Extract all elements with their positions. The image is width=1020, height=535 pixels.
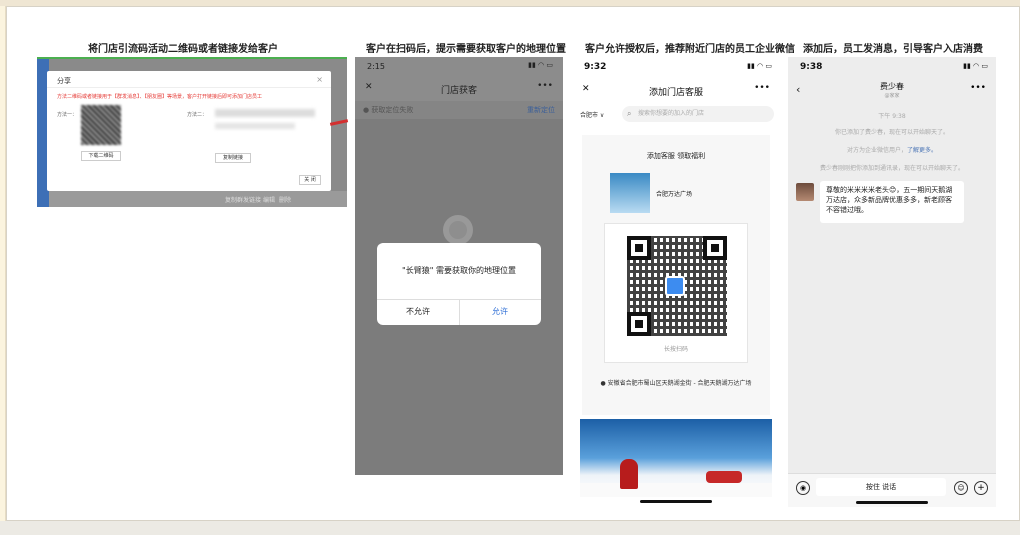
signal-icon: ▮▮ ◠ ▭	[747, 62, 772, 70]
avatar[interactable]	[796, 183, 814, 201]
bg-link-edit[interactable]: 编辑	[263, 195, 275, 204]
signal-icon: ▮▮ ◠ ▭	[528, 61, 553, 69]
qr-finder-icon	[703, 236, 727, 260]
chat-screenshot: 9:38 ▮▮ ◠ ▭ ‹ 费少春 @家家 ••• 下午 9:38 你已添加了费…	[788, 57, 996, 507]
home-indicator	[856, 501, 928, 504]
method2-label: 方法二：	[187, 112, 208, 118]
qr-code-frame: 长按扫码	[604, 223, 748, 363]
caption-step1: 将门店引流码活动二维码或者链接发给客户	[88, 44, 278, 55]
caption-step3: 客户允许授权后，推荐附近门店的员工企业微信	[585, 44, 795, 55]
store-card: 添加客服 领取福利 合肥万达广场 长按扫码	[582, 135, 770, 415]
status-time: 9:32	[584, 62, 607, 72]
alert-message: "长臂猿" 需要获取你的地理位置	[402, 266, 516, 275]
page-title: 添加门店客服	[648, 88, 703, 98]
city-selector[interactable]: 合肥市 ∨	[580, 110, 604, 119]
caption-step2: 客户在扫码后，提示需要获取客户的地理位置	[366, 44, 566, 55]
deny-button[interactable]: 不允许	[377, 306, 459, 317]
status-bar: 9:32 ▮▮ ◠ ▭	[572, 57, 780, 79]
signal-icon: ▮▮ ◠ ▭	[963, 62, 988, 70]
loading-spinner-icon	[443, 215, 473, 245]
relocate-link[interactable]: 重新定位	[527, 105, 555, 115]
skier-figure	[620, 459, 638, 489]
voice-icon[interactable]: ◉	[796, 481, 810, 495]
status-bar: 2:15 ▮▮ ◠ ▭	[355, 57, 563, 77]
store-address: ● 安徽省合肥市蜀山区天鹅湖金街 - 合肥天鹅湖万达广场	[600, 380, 752, 387]
blurred-url-line2	[215, 123, 295, 129]
background-edge-bottom	[0, 521, 1020, 535]
card-heading: 添加客服 领取福利	[646, 152, 706, 160]
close-icon[interactable]: ×	[316, 75, 323, 84]
location-bar: ● 获取定位失败 重新定位	[355, 101, 563, 119]
share-dialog: 分享 × 方法二维码或者链接用于【群发消息】、【朋友圈】等场景，客户打开链接后即…	[47, 71, 331, 191]
nav-bar: ✕ 门店获客 •••	[355, 77, 563, 101]
status-time: 2:15	[367, 62, 385, 71]
car-figure	[706, 471, 742, 483]
more-icon[interactable]: •••	[537, 81, 553, 91]
contact-name: 费少春	[880, 82, 904, 91]
method1-label: 方法一：	[57, 112, 78, 118]
promo-banner[interactable]	[580, 419, 772, 497]
chat-bubble: 尊敬的米米米米老头😊，五一期间天鹅湖万达店，众多新品牌优惠多多，新老顾客不容错过…	[820, 181, 964, 223]
qr-finder-icon	[627, 312, 651, 336]
more-icon[interactable]: •••	[754, 83, 770, 93]
system-message: 费少春刚刚把你添加到通讯录，现在可以开始聊天了。	[819, 165, 964, 172]
more-icon[interactable]: •••	[970, 83, 986, 93]
qr-finder-icon	[627, 236, 651, 260]
chat-timestamp: 下午 9:38	[878, 113, 906, 120]
admin-table-row: 复制群发链接 编辑 删除	[49, 191, 347, 207]
allow-button[interactable]: 允许	[459, 306, 541, 317]
page-title: 门店获客	[440, 86, 477, 96]
search-input[interactable]: 搜索你想要的加入的门店	[622, 106, 774, 122]
download-qr-button[interactable]: 下载二维码	[81, 151, 121, 161]
emoji-icon[interactable]: ☺	[954, 481, 968, 495]
close-button[interactable]: 关 闭	[299, 175, 321, 185]
hold-to-talk-button[interactable]: 按住 说话	[816, 478, 946, 496]
status-bar: 9:38 ▮▮ ◠ ▭	[788, 57, 996, 79]
share-dialog-screenshot: 复制群发链接 编辑 删除 分享 × 方法二维码或者链接用于【群发消息】、【朋友圈…	[37, 57, 347, 207]
bg-link-delete[interactable]: 删除	[279, 195, 291, 204]
nav-bar: ‹ 费少春 @家家 •••	[788, 79, 996, 103]
dialog-title: 分享	[57, 77, 71, 85]
home-indicator	[640, 500, 712, 503]
search-row: 合肥市 ∨ 搜索你想要的加入的门店 ⌕	[572, 103, 780, 125]
status-time: 9:38	[800, 62, 823, 72]
store-image	[610, 173, 650, 213]
system-message: 对方为企业微信用户，了解更多。	[788, 145, 996, 154]
nav-bar: ✕ 添加门店客服 •••	[572, 79, 780, 103]
add-store-service-screenshot: 9:32 ▮▮ ◠ ▭ ✕ 添加门店客服 ••• 合肥市 ∨ 搜索你想要的加入的…	[572, 57, 780, 507]
learn-more-link[interactable]: 了解更多。	[907, 147, 937, 154]
copy-link-button[interactable]: 复制链接	[215, 153, 251, 163]
bg-link-copy[interactable]: 复制群发链接	[225, 195, 261, 204]
divider	[47, 87, 331, 88]
system-text: 对方为企业微信用户，	[846, 147, 907, 154]
store-name: 合肥万达广场	[656, 191, 693, 198]
location-alert: "长臂猿" 需要获取你的地理位置 不允许 允许	[377, 243, 541, 325]
search-icon: ⌕	[627, 109, 632, 118]
system-message: 你已添加了费少春，现在可以开始聊天了。	[834, 129, 949, 136]
qr-caption: 长按扫码	[663, 346, 688, 353]
blurred-url	[215, 109, 315, 117]
location-status: ● 获取定位失败	[363, 106, 414, 114]
contact-subtitle: @家家	[884, 93, 900, 99]
wecom-logo-icon	[665, 276, 685, 296]
caption-step4: 添加后，员工发消息，引导客户入店消费	[803, 44, 983, 55]
plus-icon[interactable]: +	[974, 481, 988, 495]
location-permission-screenshot: 2:15 ▮▮ ◠ ▭ ✕ 门店获客 ••• ● 获取定位失败 重新定位 "长臂…	[355, 57, 563, 475]
blurred-qr-code	[81, 105, 121, 145]
snow-ground	[580, 483, 772, 497]
warning-text: 方法二维码或者链接用于【群发消息】、【朋友圈】等场景，客户打开链接后即可添加门店…	[57, 94, 263, 100]
